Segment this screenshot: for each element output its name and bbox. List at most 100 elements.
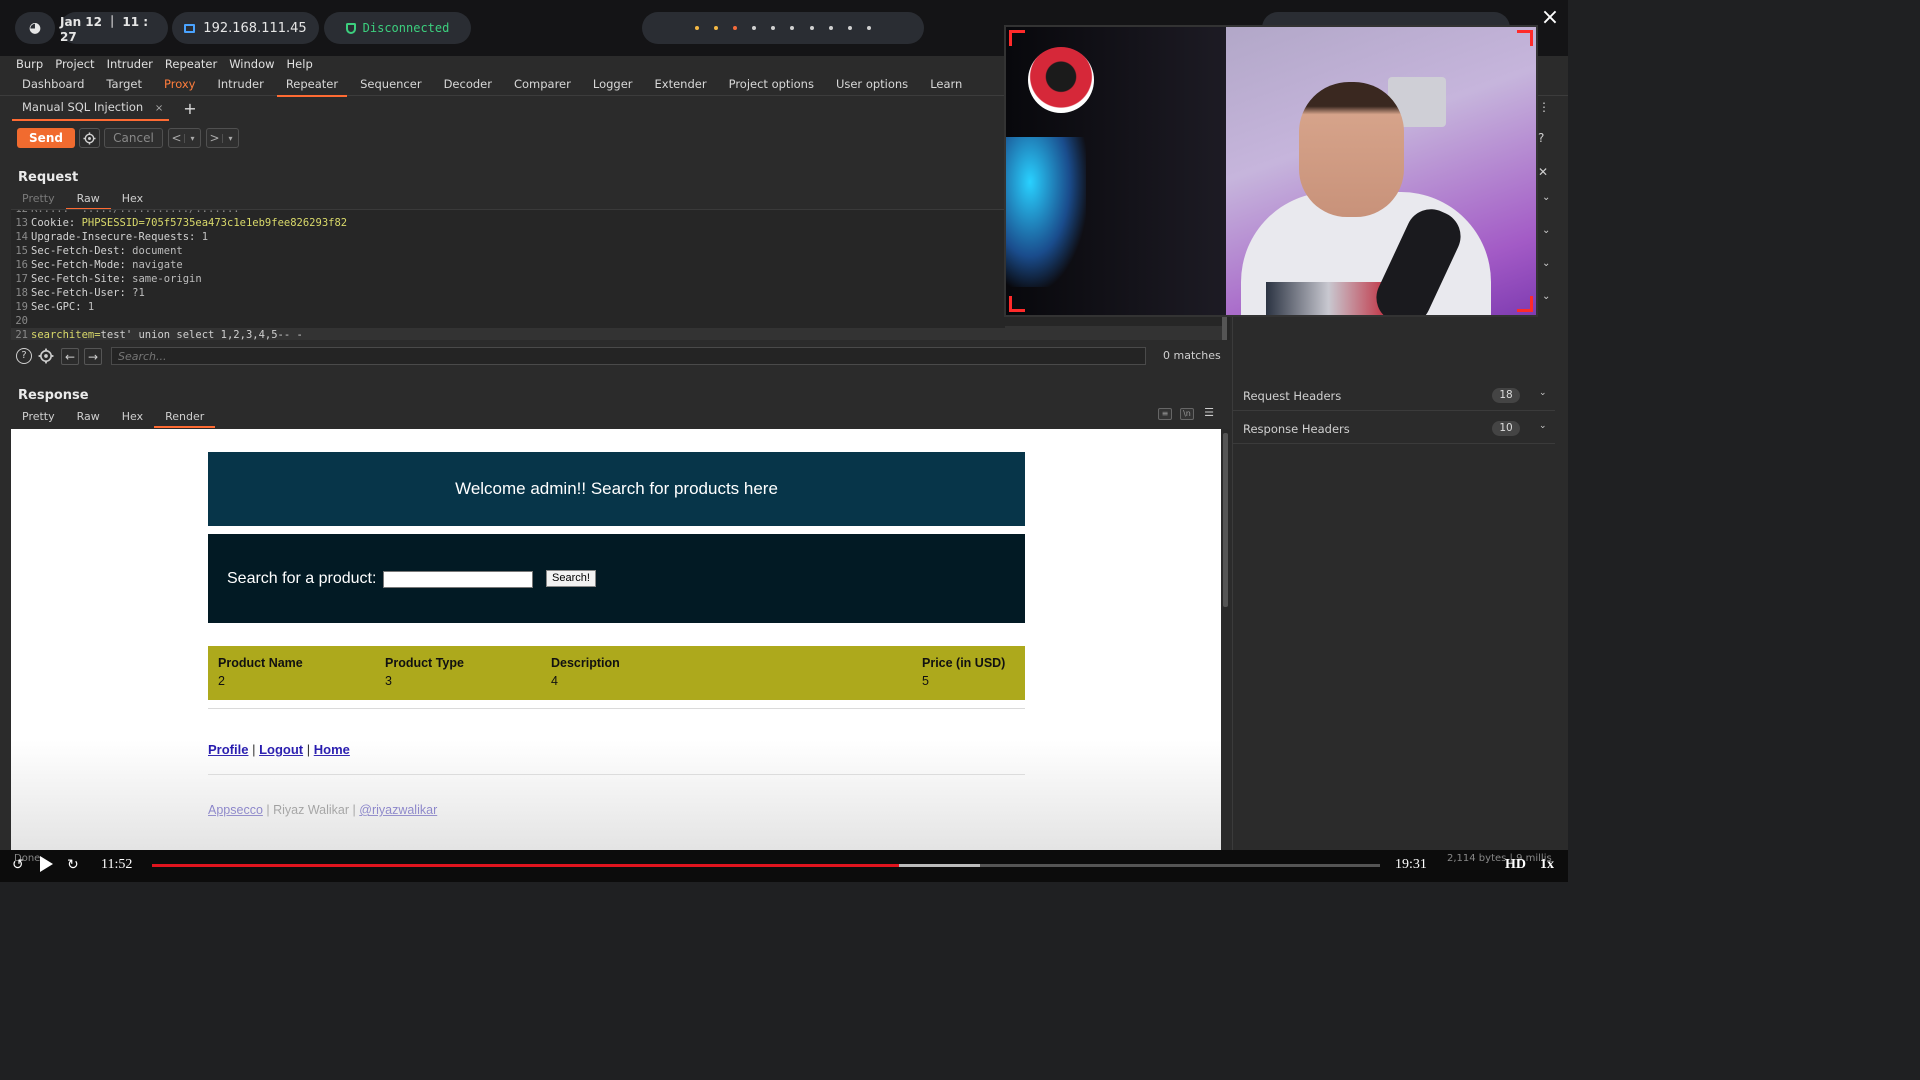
search-button[interactable]: Search! — [546, 570, 596, 587]
playback-rate-button[interactable]: 1x — [1540, 857, 1554, 873]
link-profile[interactable]: Profile — [208, 742, 248, 757]
editor-scrollbar[interactable] — [1222, 314, 1227, 340]
request-search-bar: ? ← → 0 matches — [11, 344, 1229, 368]
menu-burp[interactable]: Burp — [10, 56, 49, 74]
view-tab-hex[interactable]: Hex — [111, 191, 154, 207]
close-tab-icon[interactable]: × — [155, 103, 163, 114]
close-icon[interactable]: ✕ — [1538, 165, 1548, 179]
help-icon[interactable]: ? — [16, 348, 32, 364]
menu-project[interactable]: Project — [49, 56, 100, 74]
line-number: 15 — [15, 245, 28, 257]
chevron-down-icon[interactable]: ▾ — [222, 133, 238, 143]
link-home[interactable]: Home — [314, 742, 350, 757]
add-tab-icon[interactable]: + — [183, 99, 196, 118]
view-tab-raw[interactable]: Raw — [65, 191, 111, 210]
tab-extender[interactable]: Extender — [644, 74, 718, 95]
forward-10-icon[interactable]: ↻ — [67, 857, 79, 874]
tab-logger[interactable]: Logger — [582, 74, 644, 95]
rendered-response-page: Welcome admin!! Search for products here… — [11, 429, 1221, 850]
view-tab-pretty[interactable]: Pretty — [11, 409, 66, 425]
tab-proxy[interactable]: Proxy — [153, 74, 207, 95]
chevron-down-icon[interactable]: ⌄ — [1542, 291, 1550, 302]
tab-learn[interactable]: Learn — [919, 74, 973, 95]
view-tab-render[interactable]: Render — [154, 409, 216, 428]
view-tab-hex[interactable]: Hex — [111, 409, 154, 425]
close-icon[interactable]: × — [1538, 6, 1562, 30]
tab-decoder[interactable]: Decoder — [433, 74, 503, 95]
tab-repeater[interactable]: Repeater — [275, 74, 349, 97]
product-search-input[interactable] — [383, 571, 533, 588]
workspace-switcher[interactable] — [642, 12, 924, 44]
header-value: same-origin — [125, 273, 202, 285]
request-editor[interactable]: 12 R..... ...../.........../....... 13 Coo… — [11, 209, 1005, 340]
search-input[interactable] — [111, 347, 1146, 365]
gear-icon[interactable] — [79, 128, 100, 148]
editor-line: 15 Sec-Fetch-Dest: document — [11, 244, 182, 258]
history-forward-button[interactable]: > ▾ — [206, 128, 239, 148]
section-label: Response Headers — [1243, 422, 1350, 436]
twitter-link[interactable]: @riyazwalikar — [359, 803, 437, 817]
cancel-button[interactable]: Cancel — [104, 128, 163, 148]
header-value: =705f5735ea473c1e1eb9fee826293f82 — [138, 217, 348, 229]
workspace-dot[interactable] — [752, 26, 757, 30]
menu-intruder[interactable]: Intruder — [101, 56, 159, 74]
arrow-right-icon[interactable]: → — [84, 348, 102, 365]
play-icon[interactable] — [40, 856, 53, 872]
editor-line: 19 Sec-GPC: 1 — [11, 300, 94, 314]
workspace-dot[interactable] — [828, 26, 833, 30]
history-back-button[interactable]: < ▾ — [168, 128, 201, 148]
help-icon[interactable]: ? — [1538, 131, 1544, 145]
link-logout[interactable]: Logout — [259, 742, 303, 757]
chevron-down-icon[interactable]: ▾ — [184, 133, 200, 143]
streamer — [1241, 67, 1491, 315]
vpn-status-widget[interactable]: Disconnected — [324, 12, 471, 44]
inspector-section-response-headers[interactable]: Response Headers 10 ⌄ — [1233, 414, 1555, 444]
chevron-down-icon[interactable]: ⌄ — [1542, 258, 1550, 269]
workspace-dot[interactable] — [809, 26, 814, 30]
tab-project-options[interactable]: Project options — [718, 74, 825, 95]
request-title: Request — [18, 170, 79, 185]
workspace-dot[interactable] — [695, 26, 700, 30]
count-badge: 10 — [1492, 421, 1520, 436]
rewind-10-icon[interactable]: ↺ — [12, 857, 24, 874]
chevron-down-icon[interactable]: ⌄ — [1542, 192, 1550, 203]
tab-intruder[interactable]: Intruder — [207, 74, 275, 95]
view-tab-pretty[interactable]: Pretty — [11, 191, 66, 207]
appsecco-link[interactable]: Appsecco — [208, 803, 263, 817]
workspace-dot[interactable] — [771, 26, 776, 30]
editor-line: 14 Upgrade-Insecure-Requests: 1 — [11, 230, 208, 244]
workspace-dot[interactable] — [866, 26, 871, 30]
tab-comparer[interactable]: Comparer — [503, 74, 582, 95]
ip-address-widget[interactable]: 192.168.111.45 — [172, 12, 319, 44]
progress-track[interactable] — [152, 864, 1380, 867]
workspace-dot[interactable] — [733, 26, 738, 30]
editor-line: 18 Sec-Fetch-User: ?1 — [11, 286, 144, 300]
tab-dashboard[interactable]: Dashboard — [11, 74, 95, 95]
workspace-dot[interactable] — [714, 26, 719, 30]
column-header: Description — [551, 656, 620, 670]
menu-help[interactable]: Help — [281, 56, 319, 74]
tab-sequencer[interactable]: Sequencer — [349, 74, 432, 95]
menu-window[interactable]: Window — [223, 56, 280, 74]
workspace-dot[interactable] — [790, 26, 795, 30]
pretty-print-icon[interactable]: ≡ — [1158, 408, 1172, 420]
inspector-section-request-headers[interactable]: Request Headers 18 ⌄ — [1233, 381, 1555, 411]
chevron-down-icon[interactable]: ⌄ — [1542, 225, 1550, 236]
more-vertical-icon[interactable]: ⋮ — [1538, 100, 1550, 114]
tab-target[interactable]: Target — [95, 74, 153, 95]
menu-repeater[interactable]: Repeater — [159, 56, 223, 74]
workspace-dot[interactable] — [847, 26, 852, 30]
launcher-icon: ◕ — [28, 20, 42, 36]
newline-icon[interactable]: \n — [1180, 408, 1194, 420]
tab-user-options[interactable]: User options — [825, 74, 919, 95]
quality-button[interactable]: HD — [1505, 857, 1526, 873]
repeater-tab-manual-sql-injection[interactable]: Manual SQL Injection × — [12, 97, 170, 121]
render-scrollbar[interactable] — [1221, 429, 1230, 850]
send-button[interactable]: Send — [17, 128, 75, 148]
gear-icon[interactable] — [38, 348, 54, 364]
launcher-button[interactable]: ◕ — [15, 12, 55, 44]
date-time-widget[interactable]: Jan 12 ｜ 11 : 27 — [60, 12, 168, 44]
view-tab-raw[interactable]: Raw — [66, 409, 111, 425]
menu-icon[interactable]: ☰ — [1202, 407, 1216, 420]
arrow-left-icon[interactable]: ← — [61, 348, 79, 365]
